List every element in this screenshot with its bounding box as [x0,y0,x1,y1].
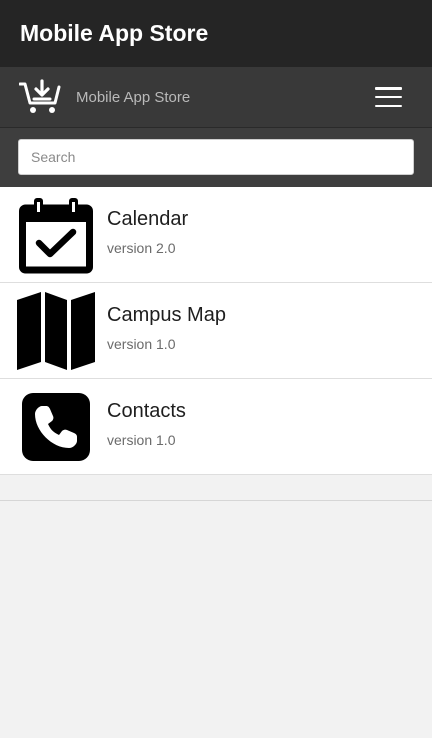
app-name: Calendar [107,207,189,230]
app-name: Campus Map [107,303,226,326]
list-item-campus-map[interactable]: Campus Map version 1.0 [0,283,432,379]
cart-download-icon[interactable] [19,79,61,115]
hamburger-menu-icon[interactable] [375,87,402,107]
app-version: version 1.0 [107,335,176,352]
calendar-check-icon [0,187,100,283]
navigation-bar: Mobile App Store [0,67,432,128]
map-icon [0,283,100,379]
app-version: version 1.0 [107,431,176,448]
list-footer-divider [0,475,432,501]
list-item-calendar[interactable]: Calendar version 2.0 [0,187,432,283]
app-name: Contacts [107,399,186,422]
app-title-bar: Mobile App Store [0,0,432,67]
search-input[interactable] [18,139,414,175]
app-version: version 2.0 [107,239,176,256]
page-title: Mobile App Store [20,20,209,46]
phone-icon [0,379,100,475]
list-item-contacts[interactable]: Contacts version 1.0 [0,379,432,475]
app-list: Calendar version 2.0 Campus Map version … [0,187,432,475]
search-bar [0,128,432,187]
nav-title: Mobile App Store [76,88,191,106]
